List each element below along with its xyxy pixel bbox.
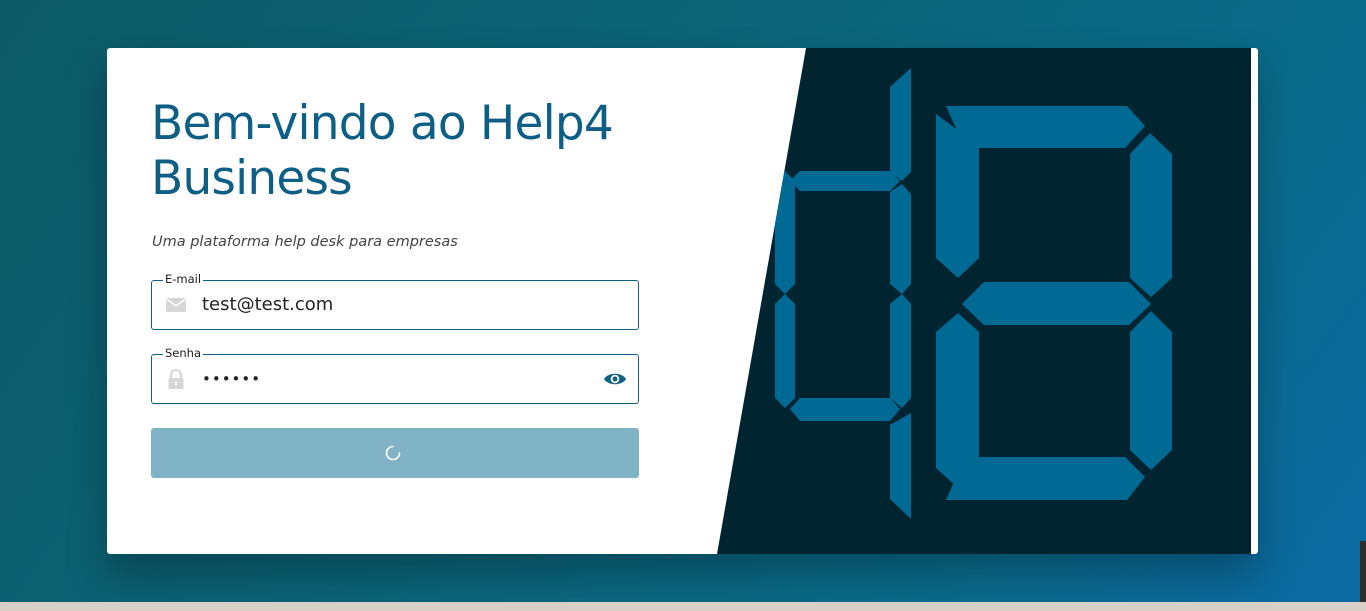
login-card: Bem-vindo ao Help4 Business Uma platafor… (107, 48, 1258, 554)
bottom-bar (0, 602, 1366, 611)
segment-4-upper-right (890, 184, 911, 294)
segment-4-bottom (790, 398, 900, 421)
segment-4-bottom-right (890, 413, 911, 519)
login-submit-button[interactable] (151, 428, 639, 478)
segment-8-bottom (946, 457, 1145, 500)
scrollbar[interactable] (1360, 541, 1366, 602)
page-subtitle: Uma plataforma help desk para empresas (152, 234, 458, 250)
segment-8-lower-right (1130, 311, 1172, 470)
mail-icon (165, 294, 187, 316)
lock-icon (165, 368, 187, 390)
page-title: Bem-vindo ao Help4 Business (151, 96, 614, 206)
email-label: E-mail (163, 272, 204, 286)
segment-4-top-right (890, 68, 911, 181)
segment-4-mid (790, 171, 900, 191)
segment-4-lower-left (775, 294, 795, 408)
email-input[interactable]: test@test.com (202, 281, 582, 329)
email-field[interactable]: E-mail test@test.com (151, 272, 639, 330)
segment-4-upper-left (775, 171, 795, 294)
segment-8-upper-right (1130, 133, 1172, 297)
spinner-icon (385, 445, 401, 461)
password-field[interactable]: Senha •••••• (151, 346, 639, 404)
password-label: Senha (163, 346, 203, 360)
eye-icon[interactable] (602, 367, 628, 391)
segment-8-top (946, 106, 1145, 148)
segment-8-mid (962, 282, 1151, 325)
segment-4-lower-right (890, 294, 911, 408)
password-input[interactable]: •••••• (202, 355, 582, 403)
